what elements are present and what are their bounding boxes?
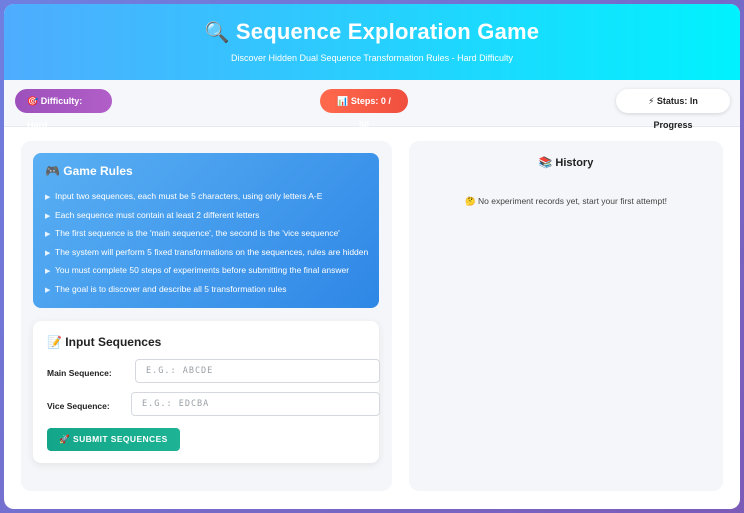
- history-empty-text: No experiment records yet, start your fi…: [478, 196, 667, 206]
- magnifier-icon: 🔍: [204, 22, 230, 44]
- left-panel: 🎮 Game Rules ▶ Input two sequences, each …: [21, 141, 392, 491]
- steps-badge: 📊 Steps: 0 / 50: [320, 89, 408, 130]
- books-icon: 📚: [538, 157, 553, 169]
- main-sequence-row: Main Sequence:: [47, 359, 380, 392]
- status-text: Status: In Progress: [653, 96, 698, 130]
- history-panel: 📚 History 🤔 No experiment records yet, s…: [409, 141, 723, 491]
- triangle-right-icon: ▶: [45, 286, 51, 294]
- vice-sequence-input[interactable]: [131, 392, 380, 416]
- main-sequence-label: Main Sequence:: [47, 368, 112, 378]
- header: 🔍 Sequence Exploration Game Discover Hidd…: [4, 4, 740, 80]
- lightning-icon: ⚡: [648, 96, 655, 106]
- vice-sequence-row: Vice Sequence:: [47, 392, 380, 425]
- history-title: History: [555, 157, 594, 169]
- rule-item: ▶ The goal is to discover and describe al…: [45, 280, 367, 299]
- chart-icon: 📊: [337, 96, 349, 106]
- rule-item: ▶ You must complete 50 steps of experimen…: [45, 261, 367, 280]
- input-heading: 📝 Input Sequences: [47, 335, 365, 349]
- steps-text: Steps: 0 / 50: [350, 96, 391, 130]
- thinking-face-icon: 🤔: [465, 196, 476, 206]
- rules-title: Game Rules: [63, 164, 133, 178]
- rule-text: Input two sequences, each must be 5 char…: [55, 191, 323, 201]
- rule-item: ▶ The system will perform 5 fixed transfo…: [45, 243, 369, 262]
- page-subtitle: Discover Hidden Dual Sequence Transforma…: [231, 53, 513, 63]
- main-sequence-input[interactable]: [135, 359, 380, 383]
- input-sequences-card: 📝 Input Sequences Main Sequence: Vice Se…: [33, 321, 380, 463]
- gamepad-icon: 🎮: [45, 164, 60, 178]
- rule-text: You must complete 50 steps of experiment…: [55, 265, 350, 276]
- rule-text: The system will perform 5 fixed transfor…: [55, 246, 369, 257]
- rule-item: ▶ Input two sequences, each must be 5 cha…: [45, 187, 367, 206]
- status-bar: 🎯 Difficulty: Hard 📊 Steps: 0 / 50 ⚡ Sta…: [4, 80, 740, 130]
- input-title: Input Sequences: [65, 335, 162, 349]
- rule-text: The first sequence is the 'main sequence…: [55, 228, 340, 239]
- rule-text: The goal is to discover and describe all…: [55, 283, 287, 294]
- difficulty-icon: 🎯: [27, 96, 39, 106]
- triangle-right-icon: ▶: [45, 194, 51, 201]
- rule-text: Each sequence must contain at least 2 di…: [55, 209, 260, 220]
- game-rules-card: 🎮 Game Rules ▶ Input two sequences, each …: [33, 153, 379, 308]
- history-empty-message: 🤔 No experiment records yet, start your …: [409, 196, 723, 207]
- page-title: 🔍 Sequence Exploration Game: [4, 4, 740, 45]
- game-window: 🔍 Sequence Exploration Game Discover Hidd…: [4, 4, 740, 509]
- memo-icon: 📝: [47, 335, 62, 349]
- triangle-right-icon: ▶: [45, 231, 51, 239]
- rocket-icon: 🚀: [59, 434, 71, 444]
- rules-heading: 🎮 Game Rules: [45, 164, 367, 178]
- rule-item: ▶ The first sequence is the 'main sequenc…: [45, 224, 367, 243]
- submit-label: SUBMIT SEQUENCES: [73, 434, 168, 444]
- difficulty-badge: 🎯 Difficulty: Hard: [15, 89, 112, 130]
- rules-list: ▶ Input two sequences, each must be 5 cha…: [45, 187, 369, 299]
- rule-item: ▶ Each sequence must contain at least 2 d…: [45, 206, 367, 225]
- status-badge: ⚡ Status: In Progress: [616, 89, 730, 130]
- page-title-text: Sequence Exploration Game: [235, 19, 540, 44]
- history-heading: 📚 History: [409, 156, 723, 169]
- vice-sequence-label: Vice Sequence:: [47, 401, 110, 411]
- submit-sequences-button[interactable]: 🚀 SUBMIT SEQUENCES: [47, 428, 180, 451]
